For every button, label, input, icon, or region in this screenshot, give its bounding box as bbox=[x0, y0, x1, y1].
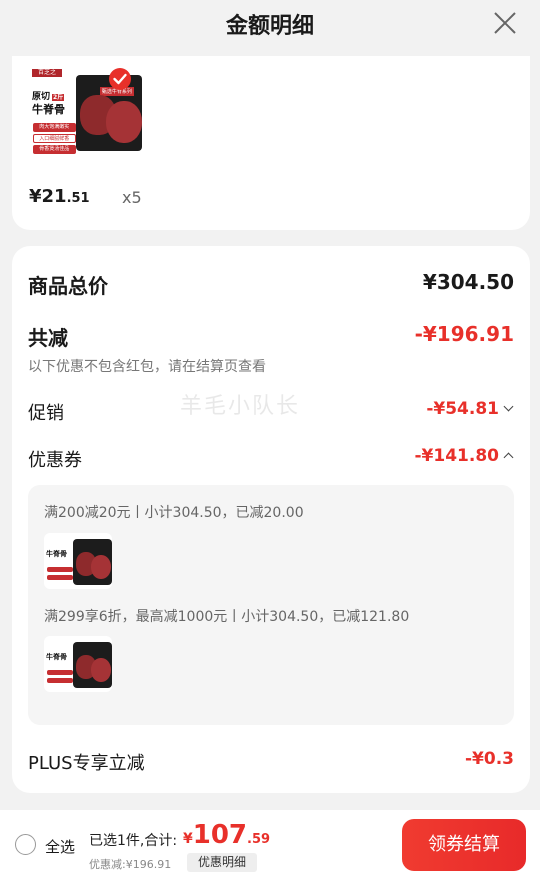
promo-value: -¥54.81 bbox=[426, 399, 514, 419]
product-image-band: 骨香煲汤佳品 bbox=[32, 145, 76, 154]
plus-discount-value: -¥0.3 bbox=[465, 749, 514, 769]
close-icon[interactable] bbox=[492, 10, 518, 36]
product-quantity: x5 bbox=[122, 188, 142, 207]
page-title: 金额明细 bbox=[225, 14, 314, 39]
meat-image bbox=[90, 657, 111, 682]
coupon-product-package bbox=[72, 641, 112, 688]
product-image-band: 肉大饱满嫩实 bbox=[32, 123, 76, 132]
plus-discount-label: PLUS专享立减 bbox=[28, 753, 145, 774]
discount-detail-button[interactable]: 优惠明细 bbox=[187, 853, 257, 872]
discount-amount-text: 优惠减:¥196.91 bbox=[89, 858, 172, 871]
coupon-product-image-band bbox=[46, 575, 73, 580]
coupon-product-image-band bbox=[46, 670, 73, 675]
coupon-product-image-band bbox=[46, 567, 73, 572]
coupon-product-image-band bbox=[46, 678, 73, 683]
total-reduce-label: 共减 bbox=[28, 326, 68, 350]
product-price: ¥21.51 bbox=[29, 186, 90, 207]
coupon-line: 满200减20元丨小计304.50，已减20.00 bbox=[44, 505, 304, 521]
meat-image bbox=[105, 101, 142, 144]
coupon-product-image: 牛脊骨 bbox=[44, 533, 112, 589]
total-amount: ¥107.59 bbox=[183, 820, 271, 850]
total-price-label: 商品总价 bbox=[28, 274, 108, 298]
product-image-subtitle: 牛脊骨 bbox=[32, 103, 65, 116]
price-summary-card: 商品总价 ¥304.50 共减 -¥196.91 以下优惠不包含红包，请在结算页… bbox=[12, 246, 530, 793]
select-all-radio[interactable] bbox=[15, 834, 36, 855]
coupon-product-image: 牛脊骨 bbox=[44, 636, 112, 692]
meat-image bbox=[90, 554, 111, 579]
product-image-band: 入口细腻鲜香 bbox=[32, 134, 76, 143]
checkout-button[interactable]: 领券结算 bbox=[402, 819, 526, 871]
coupon-label: 优惠券 bbox=[28, 450, 82, 471]
coupon-product-image-text: 牛脊骨 bbox=[46, 550, 67, 558]
modal-header: 金额明细 bbox=[0, 0, 540, 52]
coupon-product-package bbox=[72, 538, 112, 585]
product-card: 百芝之 原切 2斤 牛脊骨 肉大饱满嫩实 入口细腻鲜香 骨香煲汤佳品 甄选牛脊系列… bbox=[12, 56, 530, 230]
coupon-line: 满299享6折，最高减1000元丨小计304.50，已减121.80 bbox=[44, 609, 410, 625]
product-brand-label: 百芝之 bbox=[32, 69, 62, 77]
chevron-up-icon[interactable] bbox=[503, 452, 514, 462]
total-reduce-value: -¥196.91 bbox=[414, 322, 514, 346]
checkout-bar: 全选 已选1件,合计: ¥107.59 优惠减:¥196.91 优惠明细 领券结… bbox=[0, 810, 540, 872]
select-all-label[interactable]: 全选 bbox=[45, 836, 75, 857]
coupon-detail-box: 满200减20元丨小计304.50，已减20.00 牛脊骨 满299享6折，最高… bbox=[28, 485, 514, 725]
coupon-value: -¥141.80 bbox=[415, 446, 514, 466]
coupon-product-image-text: 牛脊骨 bbox=[46, 653, 67, 661]
product-image-title: 原切 2斤 bbox=[32, 92, 65, 102]
promo-label: 促销 bbox=[28, 403, 64, 424]
check-circle-icon[interactable] bbox=[108, 67, 132, 91]
chevron-down-icon[interactable] bbox=[503, 401, 514, 411]
selected-count-text: 已选1件,合计: bbox=[89, 833, 178, 849]
watermark: 羊毛小队长 bbox=[180, 394, 301, 419]
total-price-value: ¥304.50 bbox=[422, 270, 514, 294]
discount-note: 以下优惠不包含红包，请在结算页查看 bbox=[28, 359, 266, 375]
